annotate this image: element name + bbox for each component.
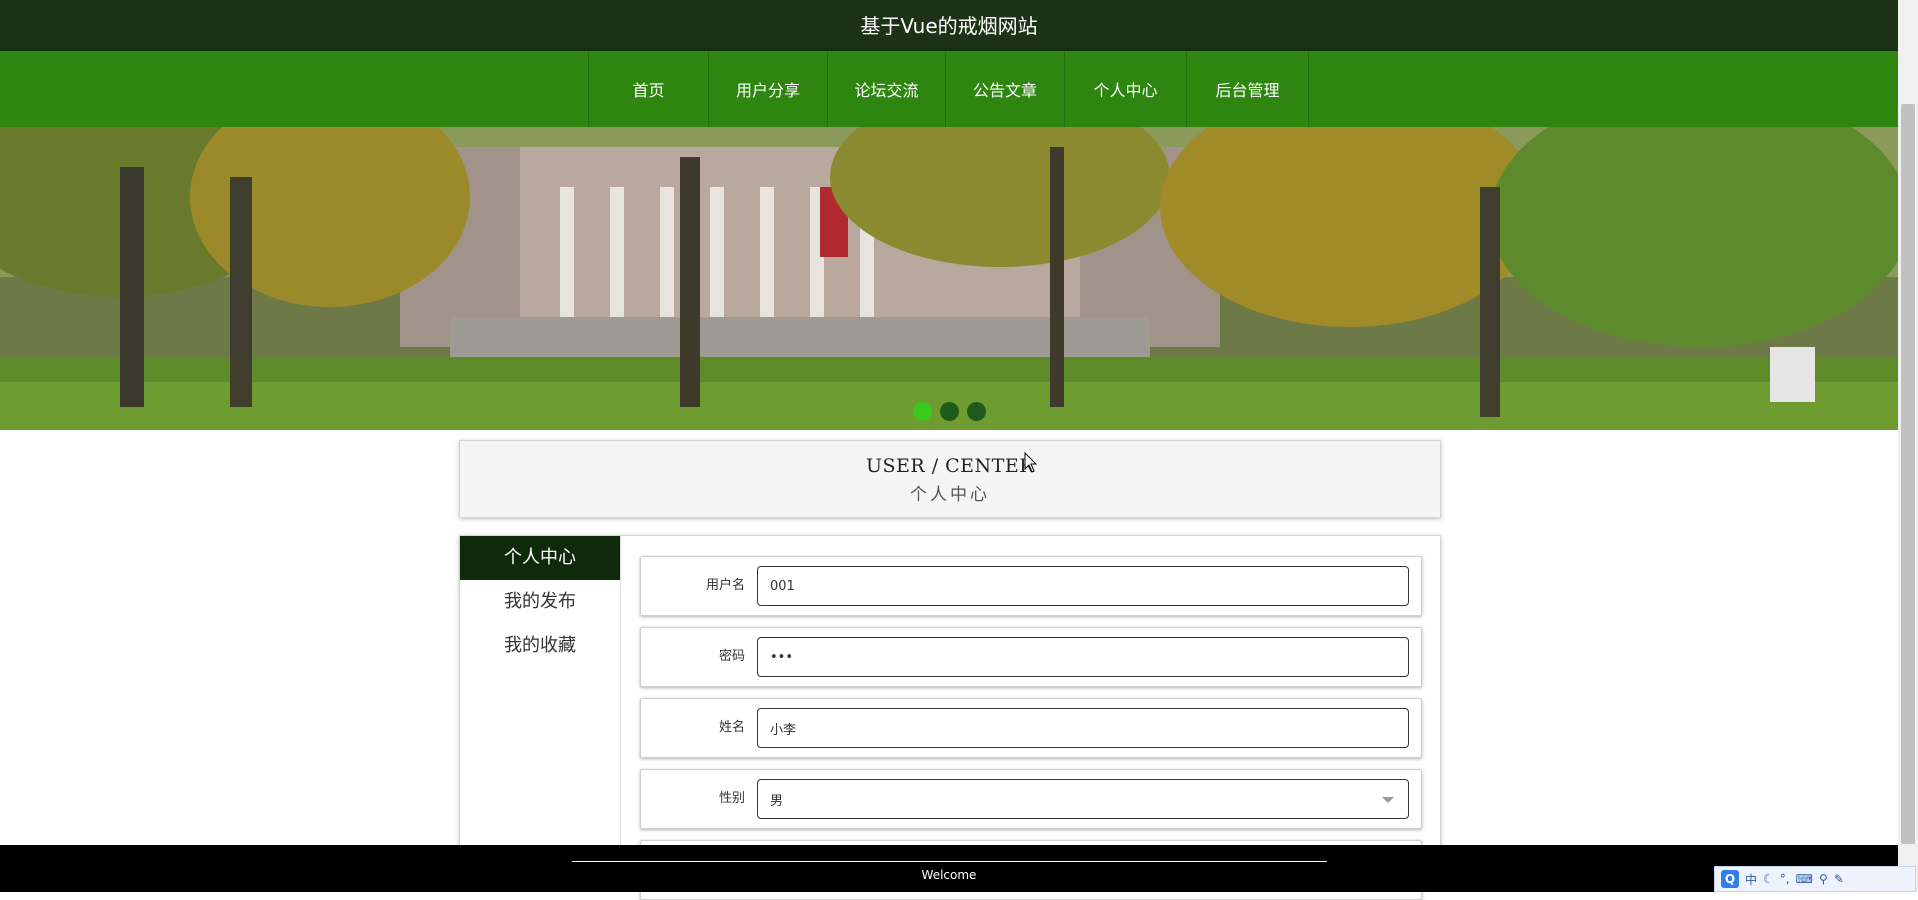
gender-select[interactable]: 男 <box>757 779 1409 819</box>
section-header: USER / CENTER 个人中心 <box>459 440 1441 518</box>
nav-item-user-share[interactable]: 用户分享 <box>708 51 827 127</box>
gender-label: 性别 <box>718 791 745 806</box>
banner-carousel[interactable] <box>0 127 1898 430</box>
gender-value: 男 <box>770 793 784 809</box>
keyboard-icon[interactable]: ⌨ <box>1796 872 1813 886</box>
form-row-name: 姓名 <box>640 698 1422 758</box>
scrollbar-thumb[interactable] <box>1901 104 1915 844</box>
site-title: 基于Vue的戒烟网站 <box>860 14 1038 38</box>
form-row-username: 用户名 <box>640 556 1422 616</box>
sogou-logo-icon[interactable]: Q <box>1721 870 1739 888</box>
nav-item-admin[interactable]: 后台管理 <box>1186 51 1309 127</box>
password-field[interactable] <box>757 637 1409 677</box>
carousel-dot-2[interactable] <box>940 402 959 421</box>
section-title-en: USER / CENTER <box>865 455 1035 477</box>
ime-toolbar[interactable]: Q 中 ☾ °, ⌨ ⚲ ✎ <box>1714 866 1916 892</box>
form-row-password: 密码 <box>640 627 1422 687</box>
carousel-dot-3[interactable] <box>967 402 986 421</box>
nav-item-announcements[interactable]: 公告文章 <box>945 51 1064 127</box>
password-label: 密码 <box>718 649 745 664</box>
nav-item-home[interactable]: 首页 <box>588 51 708 127</box>
carousel-indicators <box>913 402 986 421</box>
carousel-dot-1[interactable] <box>913 402 932 421</box>
main-nav: 首页 用户分享 论坛交流 公告文章 个人中心 后台管理 <box>0 51 1898 127</box>
site-footer: Welcome <box>0 845 1898 892</box>
user-center-sidebar: 个人中心 我的发布 我的收藏 <box>460 536 621 846</box>
banner-image <box>0 127 1898 430</box>
chevron-down-icon <box>1382 797 1394 803</box>
username-label: 用户名 <box>705 578 745 593</box>
footer-text: Welcome <box>921 868 977 882</box>
user-center-panel: 个人中心 我的发布 我的收藏 用户名 密码 姓名 性别 男 <box>459 535 1441 900</box>
sidebar-item-my-favorites[interactable]: 我的收藏 <box>460 624 620 668</box>
name-label: 姓名 <box>718 720 745 735</box>
form-row-gender: 性别 男 <box>640 769 1422 829</box>
footer-divider <box>572 861 1327 862</box>
wrench-icon[interactable]: ✎ <box>1834 872 1844 886</box>
section-title-cn: 个人中心 <box>910 485 990 505</box>
sidebar-item-my-posts[interactable]: 我的发布 <box>460 580 620 624</box>
site-header: 基于Vue的戒烟网站 <box>0 0 1898 51</box>
sidebar-item-user-center[interactable]: 个人中心 <box>460 536 620 580</box>
name-field[interactable] <box>757 708 1409 748</box>
toolbox-icon[interactable]: ⚲ <box>1819 872 1828 886</box>
ime-mode[interactable]: 中 <box>1745 871 1757 888</box>
nav-item-forum[interactable]: 论坛交流 <box>827 51 945 127</box>
moon-icon[interactable]: ☾ <box>1763 872 1774 886</box>
mouse-cursor-icon <box>1024 452 1038 473</box>
nav-item-user-center[interactable]: 个人中心 <box>1064 51 1186 127</box>
username-field[interactable] <box>757 566 1409 606</box>
page-scrollbar[interactable] <box>1898 0 1918 892</box>
punctuation-icon[interactable]: °, <box>1780 872 1790 886</box>
